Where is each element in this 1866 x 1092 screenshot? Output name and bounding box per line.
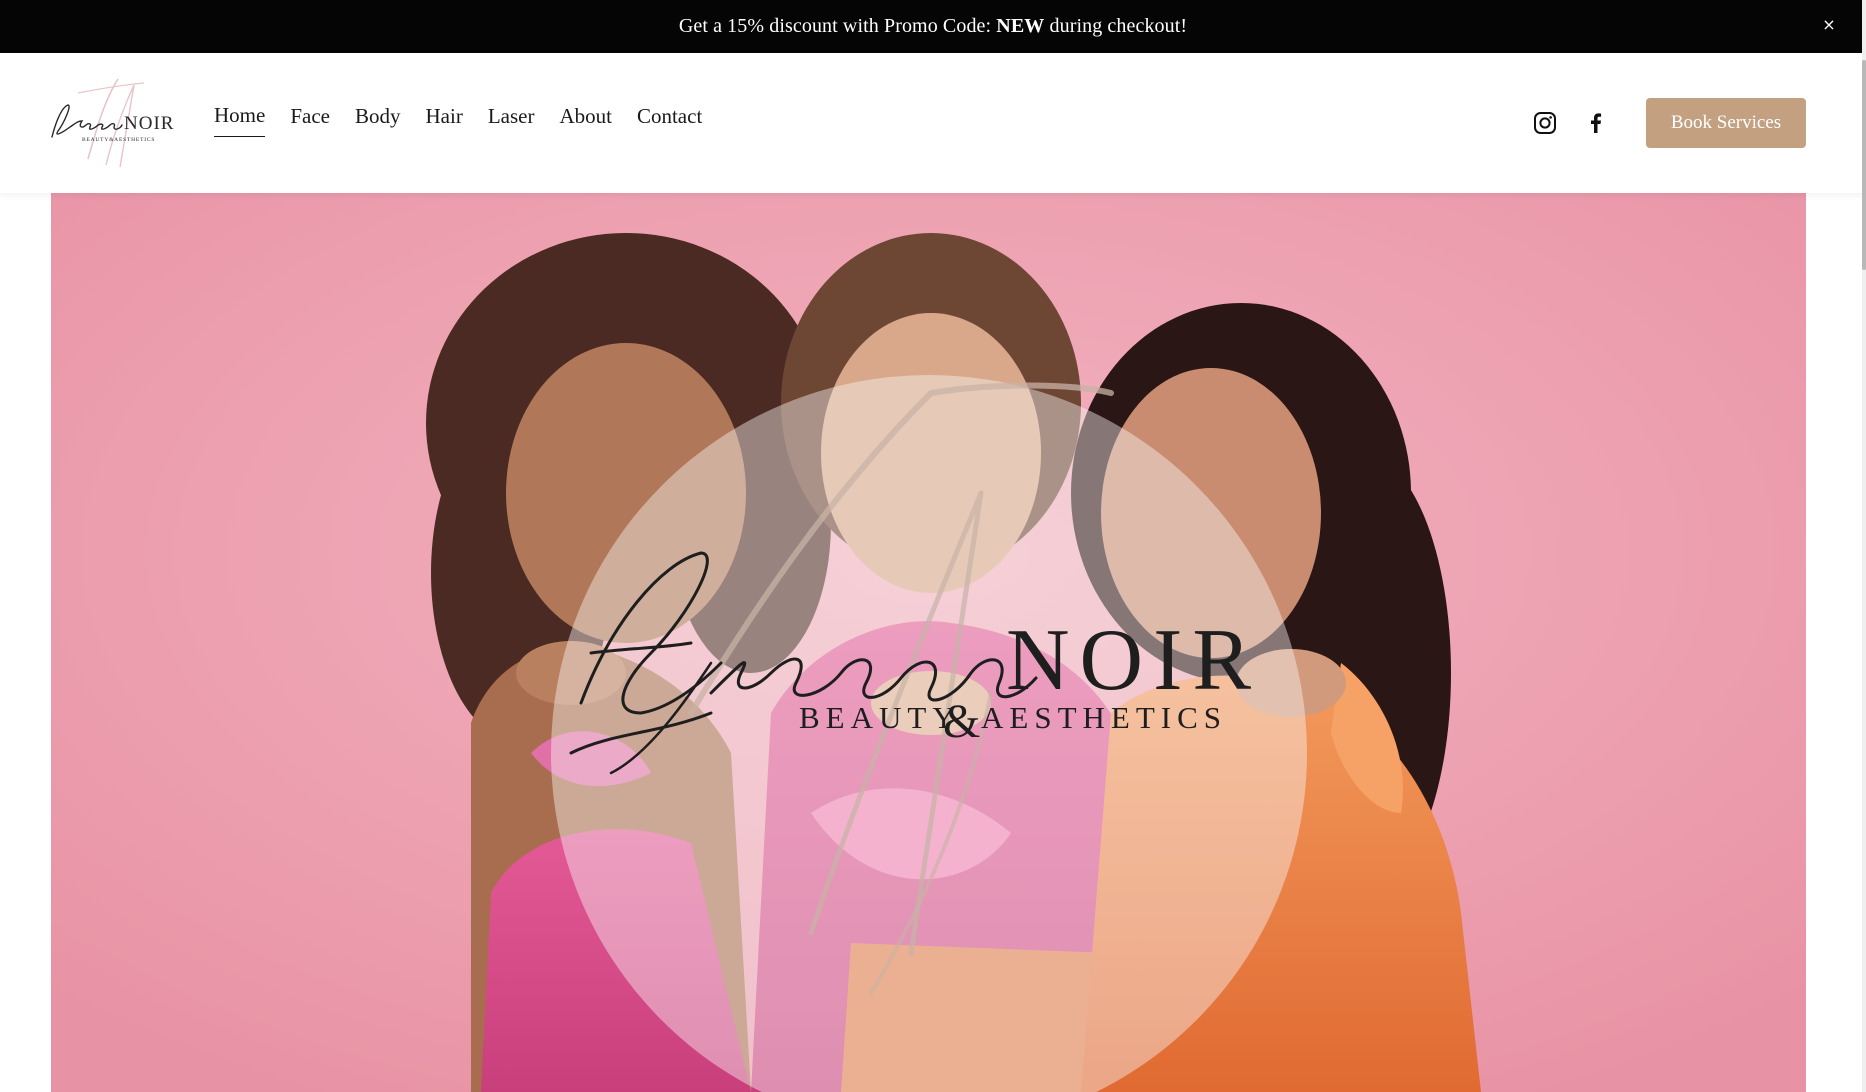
svg-text:NOIR: NOIR [124,113,174,134]
hero-tagline-amp: & [943,695,980,748]
hero-tagline-left: BEAUTY [799,700,961,735]
hero-tagline-right: AESTHETICS [981,700,1227,735]
nav-face[interactable]: Face [290,104,330,137]
announcement-bar: Get a 15% discount with Promo Code: NEW … [0,0,1866,53]
main-nav: Home Face Body Hair Laser About Contact [214,103,727,137]
nav-contact[interactable]: Contact [637,104,702,137]
announcement-text-after: during checkout! [1044,15,1188,37]
page-scrollbar[interactable] [1862,0,1866,1092]
nav-laser[interactable]: Laser [488,104,535,137]
facebook-icon [1591,113,1602,133]
nav-hair[interactable]: Hair [426,104,463,137]
instagram-link[interactable] [1533,111,1557,135]
announcement-text-before: Get a 15% discount with Promo Code: [678,15,997,37]
book-services-button[interactable]: Book Services [1646,98,1806,148]
scrollbar-thumb[interactable] [1862,60,1866,270]
site-header: NOIR BEAUTY&AESTHETICS Home Face Body Ha… [0,53,1866,193]
instagram-icon [1534,112,1556,134]
nav-body[interactable]: Body [355,104,401,137]
hero-brand-caps: NOIR [1006,612,1261,709]
promo-code: NEW [996,15,1045,37]
hero-image: NOIR BEAUTY & AESTHETICS [51,193,1806,1092]
svg-text:BEAUTY&AESTHETICS: BEAUTY&AESTHETICS [82,137,155,143]
nav-about[interactable]: About [559,104,612,137]
nav-home[interactable]: Home [214,103,266,137]
elegance-noir-logo-icon: NOIR BEAUTY&AESTHETICS [51,78,174,168]
site-logo[interactable]: NOIR BEAUTY&AESTHETICS [48,71,180,175]
close-icon: × [1822,15,1836,34]
close-announcement-button[interactable]: × [1818,14,1840,36]
hero-photo-illustration: NOIR BEAUTY & AESTHETICS [51,193,1806,1092]
facebook-link[interactable] [1584,111,1608,135]
